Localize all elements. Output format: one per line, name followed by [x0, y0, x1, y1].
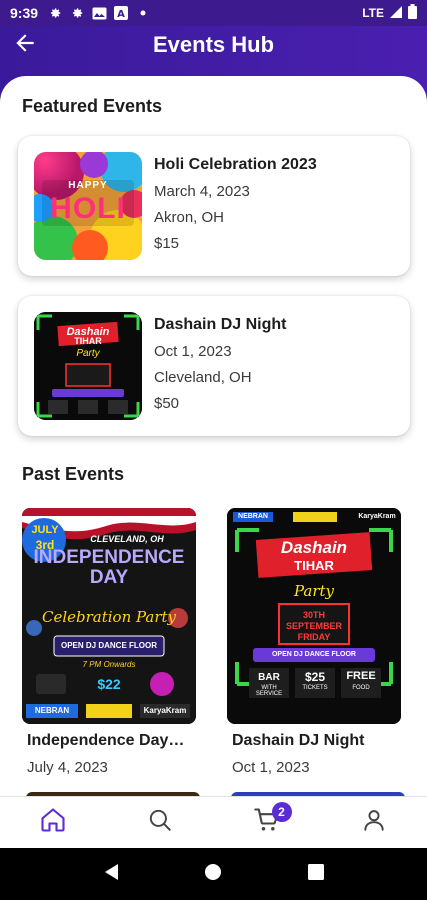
poster-text: Party	[76, 348, 100, 359]
past-section-title: Past Events	[22, 464, 125, 484]
battery-icon	[408, 4, 417, 22]
signal-icon	[389, 5, 403, 22]
featured-section-title: Featured Events	[22, 96, 163, 116]
nav-profile[interactable]	[320, 797, 427, 848]
event-name: Independence Day…	[27, 732, 185, 749]
poster-text: WITH SERVICE	[255, 685, 283, 697]
search-icon	[147, 807, 173, 838]
home-icon	[39, 806, 67, 839]
status-right: LTE	[362, 4, 417, 22]
poster-text: JULY	[31, 524, 59, 536]
event-info: Dashain DJ Night Oct 1, 2023 Cleveland, …	[154, 316, 286, 421]
featured-event-card[interactable]: HAPPY HOLI Holi Celebration 2023 March 4…	[18, 136, 410, 276]
system-nav-bar	[0, 848, 427, 900]
event-date: March 4, 2023	[154, 183, 250, 200]
poster-text: HOLI	[50, 192, 126, 225]
poster-text: FREE	[346, 670, 376, 682]
event-name: Dashain DJ Night	[232, 732, 365, 749]
event-poster-independence: JULY 3rd CLEVELAND, OH INDEPENDENCE DAY …	[22, 508, 196, 724]
poster-text: OPEN DJ DANCE FLOOR	[271, 651, 356, 658]
poster-text: NEBRAN	[34, 706, 70, 715]
gear-icon	[68, 4, 86, 22]
nav-search[interactable]	[107, 797, 214, 848]
poster-text: KaryaKram	[358, 513, 396, 520]
event-poster-holi: HAPPY HOLI	[34, 152, 142, 260]
poster-text: INDEPENDENCE DAY	[33, 547, 185, 588]
event-date: Oct 1, 2023	[232, 759, 310, 776]
event-name: Dashain DJ Night	[154, 316, 287, 333]
past-event-card[interactable]: NEBRAN Dashain TIHAR Party 30TH SEPTEMBE…	[227, 508, 403, 776]
event-date: July 4, 2023	[27, 759, 108, 776]
page-title: Events Hub	[152, 32, 275, 57]
main-content: Featured Events HAPPY HOLI Holi Celebrat…	[0, 76, 427, 796]
status-bar: 9:39 A LTE	[0, 0, 427, 26]
poster-text: $22	[97, 676, 121, 692]
poster-text: KaryaKram	[143, 706, 187, 715]
dot-icon	[134, 4, 152, 22]
poster-text: HAPPY	[68, 180, 108, 191]
poster-text: OPEN DJ DANCE FLOOR	[60, 641, 157, 650]
poster-text: Dashain	[280, 538, 348, 557]
poster-text: Party	[293, 582, 335, 600]
poster-text: 7 PM Onwards	[82, 660, 136, 669]
back-triangle-icon[interactable]	[102, 862, 120, 887]
poster-text: $25	[304, 670, 326, 684]
poster-text: NEBRAN	[238, 513, 268, 520]
event-poster-dashain: NEBRAN Dashain TIHAR Party 30TH SEPTEMBE…	[227, 508, 401, 724]
poster-text: TIHAR	[294, 558, 334, 573]
event-location: Akron, OH	[154, 209, 225, 226]
poster-text: TIHAR	[74, 336, 102, 346]
network-label: LTE	[362, 6, 384, 20]
past-event-card[interactable]: JULY 3rd CLEVELAND, OH INDEPENDENCE DAY …	[22, 508, 198, 776]
event-date: Oct 1, 2023	[154, 343, 232, 360]
bottom-nav: 2	[0, 796, 427, 848]
a-icon: A	[112, 4, 130, 22]
image-icon	[90, 4, 108, 22]
poster-text: CLEVELAND, OH	[90, 534, 164, 544]
nav-home[interactable]	[0, 797, 107, 848]
poster-text: 30TH SEPTEMBER FRIDAY	[285, 610, 342, 642]
home-circle-icon[interactable]	[203, 862, 223, 887]
poster-text: Celebration Party	[41, 608, 177, 626]
cart-badge: 2	[271, 802, 292, 822]
svg-text:A: A	[117, 9, 125, 20]
poster-text: FOOD	[352, 685, 370, 691]
featured-event-card[interactable]: Dashain TIHAR Party Dashain DJ Night Oct…	[18, 296, 410, 436]
poster-text: BAR	[258, 672, 280, 683]
profile-icon	[361, 807, 387, 838]
recents-square-icon[interactable]	[307, 863, 325, 886]
event-poster-dashain: Dashain TIHAR Party	[34, 312, 142, 420]
event-price: $50	[154, 395, 180, 412]
gear-icon	[46, 4, 64, 22]
status-time: 9:39	[10, 5, 39, 21]
event-location: Cleveland, OH	[154, 369, 252, 386]
event-info: Holi Celebration 2023 March 4, 2023 Akro…	[154, 156, 317, 261]
event-price: $15	[154, 235, 180, 252]
event-name: Holi Celebration 2023	[154, 156, 317, 173]
poster-text: TICKETS	[302, 685, 328, 691]
nav-cart[interactable]: 2	[214, 797, 321, 848]
